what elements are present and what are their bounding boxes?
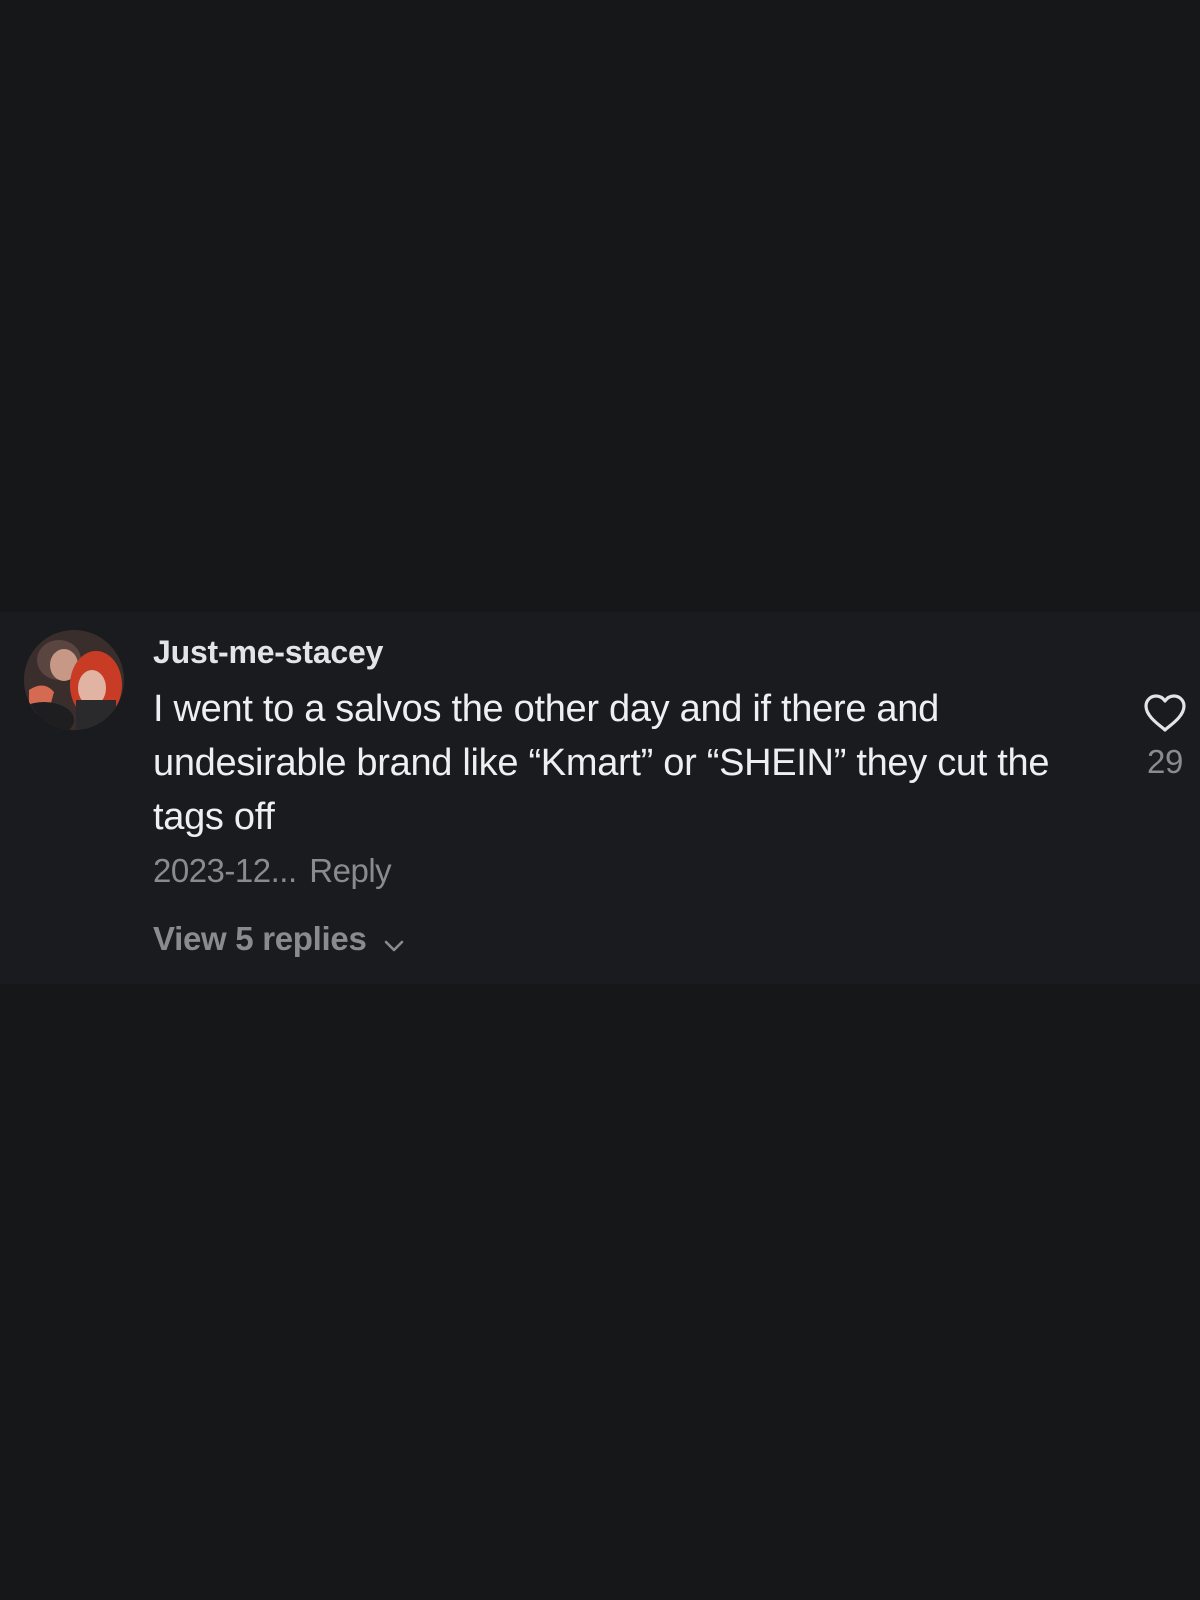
chevron-down-icon bbox=[383, 923, 405, 961]
comment-meta: 2023-12... Reply bbox=[153, 852, 392, 890]
like-button[interactable]: 29 bbox=[1140, 692, 1190, 781]
like-count: 29 bbox=[1146, 743, 1184, 780]
comment-text: I went to a salvos the other day and if … bbox=[153, 688, 1050, 838]
heart-outline-icon bbox=[1142, 694, 1188, 738]
comment-item: Just-me-stacey I went to a salvos the ot… bbox=[0, 612, 1200, 984]
avatar-image bbox=[24, 630, 124, 730]
comment-username[interactable]: Just-me-stacey bbox=[153, 634, 383, 671]
view-replies-button[interactable]: View 5 replies bbox=[153, 917, 405, 961]
comment-date: 2023-12... bbox=[153, 852, 297, 889]
reply-button[interactable]: Reply bbox=[309, 852, 391, 889]
view-replies-label: View 5 replies bbox=[153, 920, 367, 957]
avatar[interactable] bbox=[24, 630, 124, 730]
